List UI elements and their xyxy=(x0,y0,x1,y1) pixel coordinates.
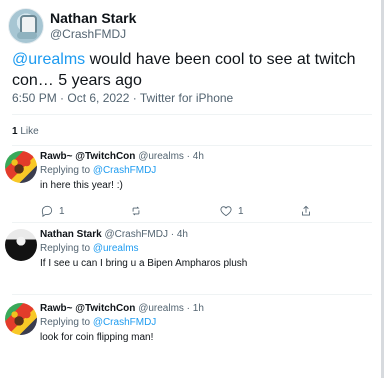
reply-avatar[interactable] xyxy=(5,151,37,183)
reply-actions: 1 1 xyxy=(40,203,340,219)
replying-to-link[interactable]: @CrashFMDJ xyxy=(93,165,157,176)
heart-icon xyxy=(220,206,232,217)
divider xyxy=(12,222,372,223)
divider xyxy=(12,114,372,115)
tweet-mention-link[interactable]: @urealms xyxy=(12,51,85,68)
share-icon xyxy=(302,205,310,216)
reply-text: in here this year! :) xyxy=(40,180,123,191)
retweet-button[interactable] xyxy=(129,203,143,219)
reply-avatar[interactable] xyxy=(5,229,37,261)
reply-handle-time[interactable]: @CrashFMDJ · 4h xyxy=(104,229,188,240)
divider xyxy=(12,145,372,146)
divider xyxy=(12,294,372,295)
share-button[interactable] xyxy=(299,203,313,219)
replying-to-label: Replying to xyxy=(40,165,91,176)
like-button[interactable]: 1 xyxy=(219,203,244,219)
reply-tweet[interactable]: Rawb~ @TwitchCon @urealms · 4h Replying … xyxy=(0,151,384,229)
replying-to-label: Replying to xyxy=(40,317,91,328)
comment-icon xyxy=(41,205,53,218)
reply-author-row: Nathan Stark @CrashFMDJ · 4h xyxy=(40,229,188,240)
reply-handle-time[interactable]: @urealms · 1h xyxy=(138,303,204,314)
author-name[interactable]: Nathan Stark xyxy=(50,10,136,26)
reply-author-row: Rawb~ @TwitchCon @urealms · 1h xyxy=(40,303,204,314)
retweet-icon xyxy=(132,206,140,216)
likes-summary[interactable]: 1 Like xyxy=(12,126,39,137)
tweet-timestamp[interactable]: 6:50 PM · Oct 6, 2022 · Twitter for iPho… xyxy=(12,91,233,105)
reply-tweet[interactable]: Nathan Stark @CrashFMDJ · 4h Replying to… xyxy=(0,229,384,289)
reply-handle-time[interactable]: @urealms · 4h xyxy=(138,151,204,162)
reply-author-name[interactable]: Nathan Stark xyxy=(40,229,102,240)
reply-author-name[interactable]: Rawb~ @TwitchCon xyxy=(40,303,135,314)
reply-count: 1 xyxy=(59,205,65,217)
replying-to-line: Replying to @urealms xyxy=(40,243,139,254)
author-avatar[interactable] xyxy=(8,8,44,44)
likes-count: 1 xyxy=(12,126,18,137)
reply-author-name[interactable]: Rawb~ @TwitchCon xyxy=(40,151,135,162)
reply-text: look for coin flipping man! xyxy=(40,332,154,343)
replying-to-line: Replying to @CrashFMDJ xyxy=(40,165,156,176)
likes-label: Like xyxy=(20,126,39,137)
like-count: 1 xyxy=(238,205,244,217)
tweet-detail-view: Nathan Stark @CrashFMDJ @urealms would h… xyxy=(0,0,384,378)
reply-tweet[interactable]: Rawb~ @TwitchCon @urealms · 1h Replying … xyxy=(0,303,384,373)
replying-to-link[interactable]: @urealms xyxy=(93,243,139,254)
author-handle[interactable]: @CrashFMDJ xyxy=(50,27,126,41)
reply-text: If I see u can I bring u a Bipen Ampharo… xyxy=(40,258,248,269)
reply-button[interactable]: 1 xyxy=(40,203,65,219)
replying-to-line: Replying to @CrashFMDJ xyxy=(40,317,156,328)
main-tweet-text: @urealms would have been cool to see at … xyxy=(12,49,372,91)
reply-author-row: Rawb~ @TwitchCon @urealms · 4h xyxy=(40,151,204,162)
replying-to-link[interactable]: @CrashFMDJ xyxy=(93,317,157,328)
replying-to-label: Replying to xyxy=(40,243,91,254)
reply-avatar[interactable] xyxy=(5,303,37,335)
